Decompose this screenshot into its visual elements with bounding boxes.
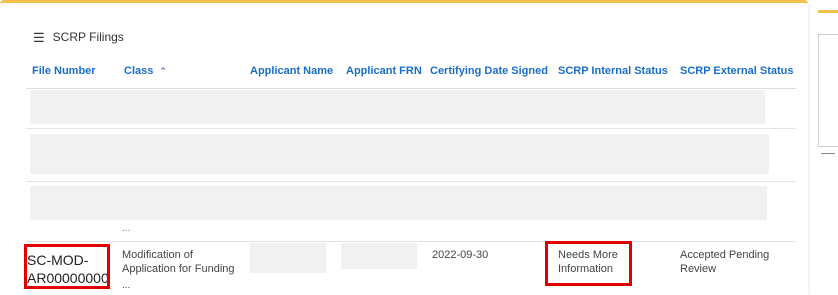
loading-placeholder-row [30,186,767,220]
column-header-scrp-internal-status[interactable]: SCRP Internal Status [558,54,668,88]
chevron-up-icon[interactable]: ⌃ [159,66,167,76]
column-header-class-label: Class [124,65,154,77]
loading-placeholder-row [30,90,765,124]
loading-placeholder-row [30,134,769,174]
row-divider [26,241,796,242]
truncation-ellipsis: ... [122,223,131,234]
adjacent-panel-divider [821,153,835,154]
adjacent-panel-border [818,34,819,146]
internal-status-highlight-box [545,241,632,286]
certifying-date-cell: 2022-09-30 [432,249,489,261]
hamburger-menu-icon[interactable]: ☰ [33,31,45,44]
external-status-cell: Accepted Pending Review [680,249,770,275]
column-header-file-number[interactable]: File Number [32,54,96,88]
adjacent-panel-accent [818,10,838,13]
file-number-highlight-box [24,244,110,289]
column-header-applicant-frn[interactable]: Applicant FRN [346,54,422,88]
scrp-filings-panel: ☰ SCRP Filings File Number Class ⌃ Applic… [0,0,808,295]
column-header-applicant-name[interactable]: Applicant Name [250,54,333,88]
class-cell-ellipsis: ... [122,280,131,291]
adjacent-panel-border [818,34,838,35]
applicant-frn-placeholder [341,243,417,269]
panel-header: ☰ SCRP Filings [33,30,124,44]
adjacent-panel-border [818,146,838,147]
applicant-name-placeholder [250,243,326,273]
column-header-certifying-date-signed[interactable]: Certifying Date Signed [430,54,548,88]
column-header-class[interactable]: Class ⌃ [124,54,167,88]
table-header: File Number Class ⌃ Applicant Name Applic… [26,54,796,89]
panel-title: SCRP Filings [52,30,124,44]
column-header-scrp-external-status[interactable]: SCRP External Status [680,54,794,88]
row-divider [26,128,796,129]
class-cell: Modification of Application for Funding [122,249,235,275]
adjacent-panel-edge [818,0,838,292]
row-divider [26,181,796,182]
